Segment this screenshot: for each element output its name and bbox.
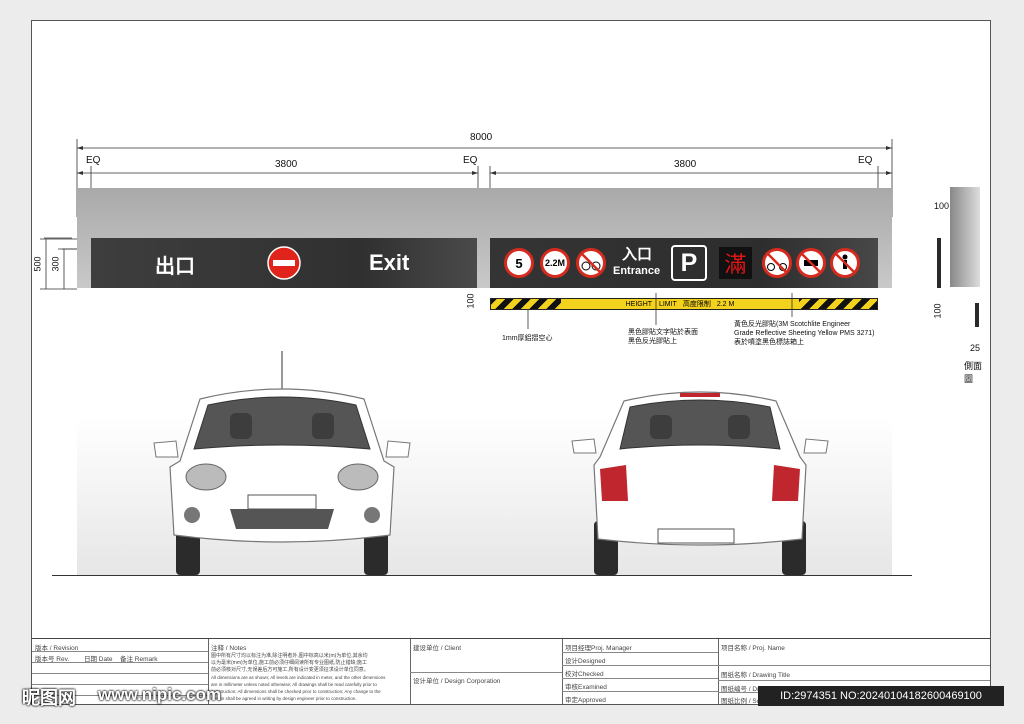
- notes-en-1: All dimensions are as shown; All levels …: [211, 675, 386, 680]
- speed-limit-icon: 5: [504, 248, 534, 278]
- full-text: 滿: [724, 252, 747, 277]
- car-front-view: [153, 351, 411, 575]
- watermark-url: www.nipic.com: [98, 685, 222, 704]
- no-bicycle-icon: [576, 248, 606, 278]
- notes-cn-1: 图中所有尺寸均以标注为准,除注明者外,图中标高以米(m)为单位,其余均: [211, 653, 368, 659]
- note-yellow-film-1: 黃色反光膠貼(3M Scotchlite Engineer: [734, 321, 851, 328]
- exit-chinese-text: 出口: [155, 256, 195, 278]
- side-view-panel: [937, 238, 941, 288]
- notes-en-2: are in millimeter unless noted otherwise…: [211, 682, 377, 687]
- side-view-title: 側面圖: [964, 361, 983, 384]
- entrance-sign-panel: 5 2.2M 入口 Entrance P 滿: [490, 238, 878, 288]
- panel-height-outer-label: 500: [32, 256, 43, 272]
- eq-right-label: EQ: [858, 155, 873, 166]
- side-bottom-label: 100: [932, 303, 943, 319]
- staff-cell: 项目经理Proj. Manager 设计Designed 校对Checked 审…: [562, 639, 719, 704]
- side-top-label: 100: [934, 201, 950, 211]
- parking-letter: P: [680, 248, 698, 277]
- examined-label: 审核Examined: [565, 684, 607, 691]
- drawing-sheet: 8000 3800 3800 EQ EQ EQ 500 300 出口 Exit …: [31, 20, 991, 705]
- checked-label: 校对Checked: [565, 671, 604, 678]
- height-limit-icon: 2.2M: [540, 248, 570, 278]
- proj-manager-label: 项目经理Proj. Manager: [565, 645, 632, 652]
- watermark-id-text: ID:2974351 NO:20240104182600469100: [780, 690, 982, 702]
- notes-en-3: construction; All dimensions shall be ch…: [211, 689, 381, 694]
- right-span-label: 3800: [674, 159, 697, 170]
- proj-name-label: 项目名称 / Proj. Name: [721, 645, 785, 652]
- eq-left-label: EQ: [86, 155, 101, 166]
- exit-sign-panel: 出口 Exit: [91, 238, 477, 288]
- designed-label: 设计Designed: [565, 658, 606, 665]
- note-yellow-film-3: 表於噴塗黑色標誌箱上: [734, 339, 804, 346]
- height-limit-value: 2.2M: [544, 258, 565, 268]
- speed-limit-value: 5: [515, 255, 523, 271]
- note-yellow-film-2: Grade Reflective Sheeting Yellow PMS 327…: [734, 330, 875, 337]
- side-view-beam: [950, 187, 980, 287]
- design-corp-label: 设计单位 / Design Corporation: [413, 678, 501, 685]
- car-rear-view: [571, 391, 829, 575]
- notes-cell: 注释 / Notes 图中所有尺寸均以标注为准,除注明者外,图中标高以米(m)为…: [208, 639, 411, 704]
- parking-icon: P: [671, 245, 707, 281]
- no-entry-icon: [267, 246, 301, 280]
- full-indicator: 滿: [719, 247, 752, 279]
- no-motorcycle-icon: [762, 248, 792, 278]
- watermark-id: ID:2974351 NO:20240104182600469100: [758, 686, 1004, 706]
- side-view-bar: [975, 303, 979, 327]
- notes-cn-3: 前必须核对尺寸,无误差后方可施工,所有设计变更须征求设计单位同意。: [211, 667, 369, 673]
- eq-mid-label: EQ: [463, 155, 478, 166]
- panel-height-inner-label: 300: [50, 256, 61, 272]
- exit-english-text: Exit: [369, 250, 410, 275]
- left-span-label: 3800: [275, 159, 298, 170]
- note-aluminum: 1mm厚鋁摺空心: [502, 335, 553, 342]
- side-thickness-label: 25: [970, 343, 981, 353]
- no-cart-icon: [796, 248, 826, 278]
- total-width-label: 8000: [470, 132, 493, 143]
- notes-en-4: design shall be agreed in writing by des…: [211, 696, 357, 701]
- entrance-english-text: Entrance: [613, 265, 661, 277]
- no-pedestrian-icon: [830, 248, 860, 278]
- notes-cn-2: 以为毫米(mm)为单位,施工前必须仔细阅读所有专业图纸,防止错缺;施工: [211, 660, 367, 666]
- approved-label: 审定Approved: [565, 697, 606, 704]
- note-black-film-2: 黑色反光膠貼上: [628, 338, 677, 345]
- notes-title: 注释 / Notes: [211, 645, 247, 652]
- drawing-title-label: 图纸名称 / Drawing Title: [721, 672, 790, 679]
- client-cell: 建设单位 / Client 设计单位 / Design Corporation: [410, 639, 563, 704]
- note-black-film-1: 黑色膠貼文字貼於表面: [628, 329, 698, 336]
- client-label: 建设单位 / Client: [413, 645, 462, 652]
- watermark-logo: 昵图网: [22, 688, 76, 708]
- entrance-chinese-text: 入口: [622, 246, 653, 263]
